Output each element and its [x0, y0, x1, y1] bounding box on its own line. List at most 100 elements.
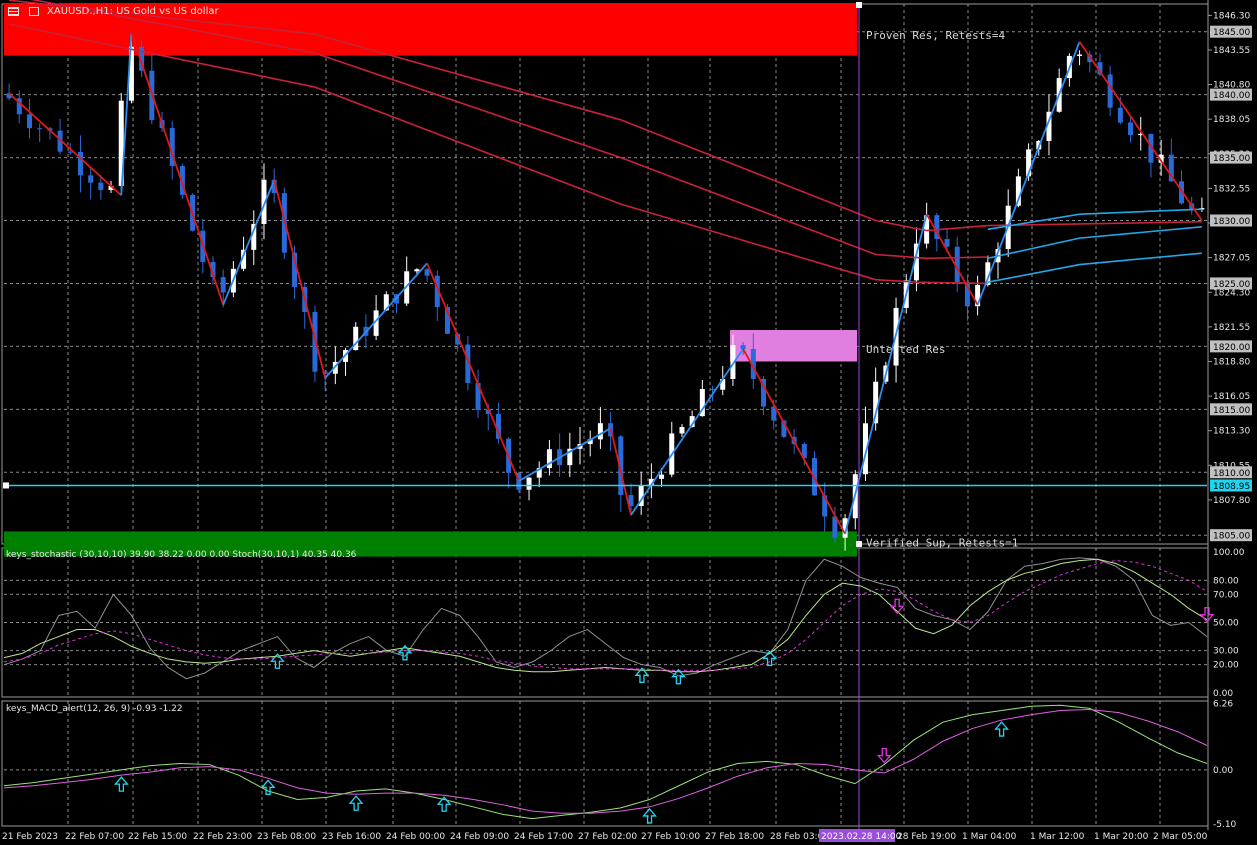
- candle-body: [526, 477, 532, 490]
- candle-body: [597, 423, 603, 440]
- candle-body: [414, 269, 420, 272]
- time-axis-label: 27 Feb 10:00: [641, 832, 700, 842]
- price-tick-label: 1838.05: [1213, 115, 1250, 125]
- time-axis-label: 2 Mar 05:00: [1153, 832, 1208, 842]
- zigzag-segment: [742, 348, 846, 535]
- time-axis-label: 1 Mar 04:00: [962, 832, 1017, 842]
- time-axis-label: 28 Feb 19:00: [897, 832, 956, 842]
- price-tick-label: 1821.55: [1213, 323, 1250, 333]
- separator-handle: [856, 2, 862, 8]
- macd-up-arrow: [348, 795, 364, 811]
- moving-average-line: [987, 226, 1202, 260]
- stoch-series-line: [3, 560, 1208, 671]
- price-tag-label: 1808.95: [1213, 482, 1250, 492]
- stoch-tick-label: 0.00: [1213, 689, 1233, 699]
- price-tag-label: 1845.00: [1213, 28, 1250, 38]
- macd-up-arrow: [642, 807, 657, 824]
- chart-menu-icon[interactable]: [8, 6, 19, 16]
- price-tag-label: 1815.00: [1213, 406, 1250, 416]
- macd-tick-label: 6.26: [1213, 700, 1233, 710]
- macd-panel-title: keys_MACD_alert(12, 26, 9) -0.93 -1.22: [6, 704, 183, 714]
- candle-body: [1117, 107, 1123, 123]
- stoch-tick-label: 70.00: [1213, 590, 1239, 600]
- stoch-series-line: [3, 558, 1208, 673]
- time-axis-label: 22 Feb 15:00: [128, 832, 187, 842]
- price-tick-label: 1807.80: [1213, 496, 1250, 506]
- time-axis-label: 23 Feb 16:00: [322, 832, 381, 842]
- time-axis-label: 21 Feb 2023: [2, 832, 58, 842]
- candle-body: [679, 427, 685, 434]
- chart-window[interactable]: Proven Res, Retests=4 Untested Res Verifie…: [0, 0, 1257, 845]
- zigzag-segment: [324, 262, 428, 379]
- candle-body: [98, 182, 104, 191]
- macd-tick-label: 0.00: [1213, 766, 1233, 776]
- stochastic-panel-title: keys_stochastic (30,10,10) 39.90 38.22 0…: [6, 550, 357, 560]
- price-tick-label: 1816.05: [1213, 392, 1250, 402]
- price-tag-label: 1805.00: [1213, 532, 1250, 542]
- candle-body: [1077, 54, 1083, 56]
- time-axis-label: 27 Feb 18:00: [705, 832, 764, 842]
- price-tick-label: 1843.55: [1213, 46, 1250, 56]
- time-axis-label: 22 Feb 23:00: [193, 832, 252, 842]
- sr-zone: [730, 330, 857, 362]
- zigzag-segment: [8, 92, 122, 196]
- sr-zone-label: Verified Sup, Retests=1: [866, 537, 1018, 550]
- price-tag-label: 1830.00: [1213, 217, 1250, 227]
- sr-zone-label: Untested Res: [866, 343, 945, 356]
- price-tag-label: 1820.00: [1213, 343, 1250, 353]
- macd-series-line: [3, 708, 1208, 814]
- candle-body: [424, 269, 430, 276]
- stoch-tick-label: 80.00: [1213, 576, 1239, 586]
- candle-body: [659, 474, 665, 479]
- candle-body: [220, 277, 226, 293]
- stoch-tick-label: 30.00: [1213, 647, 1239, 657]
- chart-flag-icon: [29, 6, 39, 16]
- macd-series-line: [3, 704, 1208, 820]
- candle-body: [67, 151, 73, 153]
- time-axis-label: 24 Feb 17:00: [514, 832, 573, 842]
- macd-up-arrow: [113, 776, 129, 792]
- candle-body: [88, 175, 94, 183]
- price-tick-label: 1818.80: [1213, 357, 1250, 367]
- stoch-tick-label: 20.00: [1213, 661, 1239, 671]
- price-tick-label: 1827.05: [1213, 254, 1250, 264]
- zigzag-segment: [1078, 41, 1203, 222]
- candles-group: [6, 40, 1205, 551]
- zigzag-segment: [976, 41, 1081, 306]
- sr-zone-label: Proven Res, Retests=4: [866, 29, 1005, 42]
- zigzag-segment: [518, 427, 612, 482]
- price-tick-label: 1846.30: [1213, 11, 1250, 21]
- price-tag-label: 1825.00: [1213, 280, 1250, 290]
- price-tag-label: 1835.00: [1213, 154, 1250, 164]
- time-cursor-label: 2023.02.28 14:00: [821, 832, 902, 842]
- price-tick-label: 1813.30: [1213, 427, 1250, 437]
- macd-up-arrow: [994, 721, 1010, 737]
- candle-body: [740, 345, 746, 350]
- zigzag-segment: [426, 262, 520, 482]
- time-axis-label: 22 Feb 07:00: [65, 832, 124, 842]
- candle-body: [1107, 74, 1113, 108]
- moving-average-line: [987, 208, 1202, 231]
- candle-body: [37, 128, 43, 130]
- macd-tick-label: -5.10: [1213, 820, 1237, 830]
- stoch-series-line: [3, 557, 1208, 680]
- zigzag-segment: [130, 32, 225, 306]
- candle-body: [710, 389, 716, 391]
- moving-average-line: [987, 252, 1202, 283]
- symbol-title: XAUUSD.,H1: US Gold vs US dollar: [47, 5, 219, 17]
- zigzag-segment: [273, 179, 327, 379]
- time-axis-label: 24 Feb 09:00: [450, 832, 509, 842]
- time-axis-label: 23 Feb 08:00: [257, 832, 316, 842]
- price-tag-label: 1840.00: [1213, 91, 1250, 101]
- time-axis-label: 24 Feb 00:00: [386, 832, 445, 842]
- price-tag-label: 1810.00: [1213, 469, 1250, 479]
- current-price-handle: [3, 482, 9, 489]
- time-axis-label: 1 Mar 12:00: [1030, 832, 1085, 842]
- time-axis-label: 27 Feb 02:00: [578, 832, 637, 842]
- price-tick-label: 1832.55: [1213, 184, 1250, 194]
- zigzag-segment: [222, 179, 275, 306]
- stoch-tick-label: 50.00: [1213, 619, 1239, 629]
- chart-canvas[interactable]: Proven Res, Retests=4 Untested Res Verifie…: [0, 0, 1257, 845]
- candle-body: [1128, 122, 1134, 136]
- stoch-tick-label: 100.00: [1213, 548, 1245, 558]
